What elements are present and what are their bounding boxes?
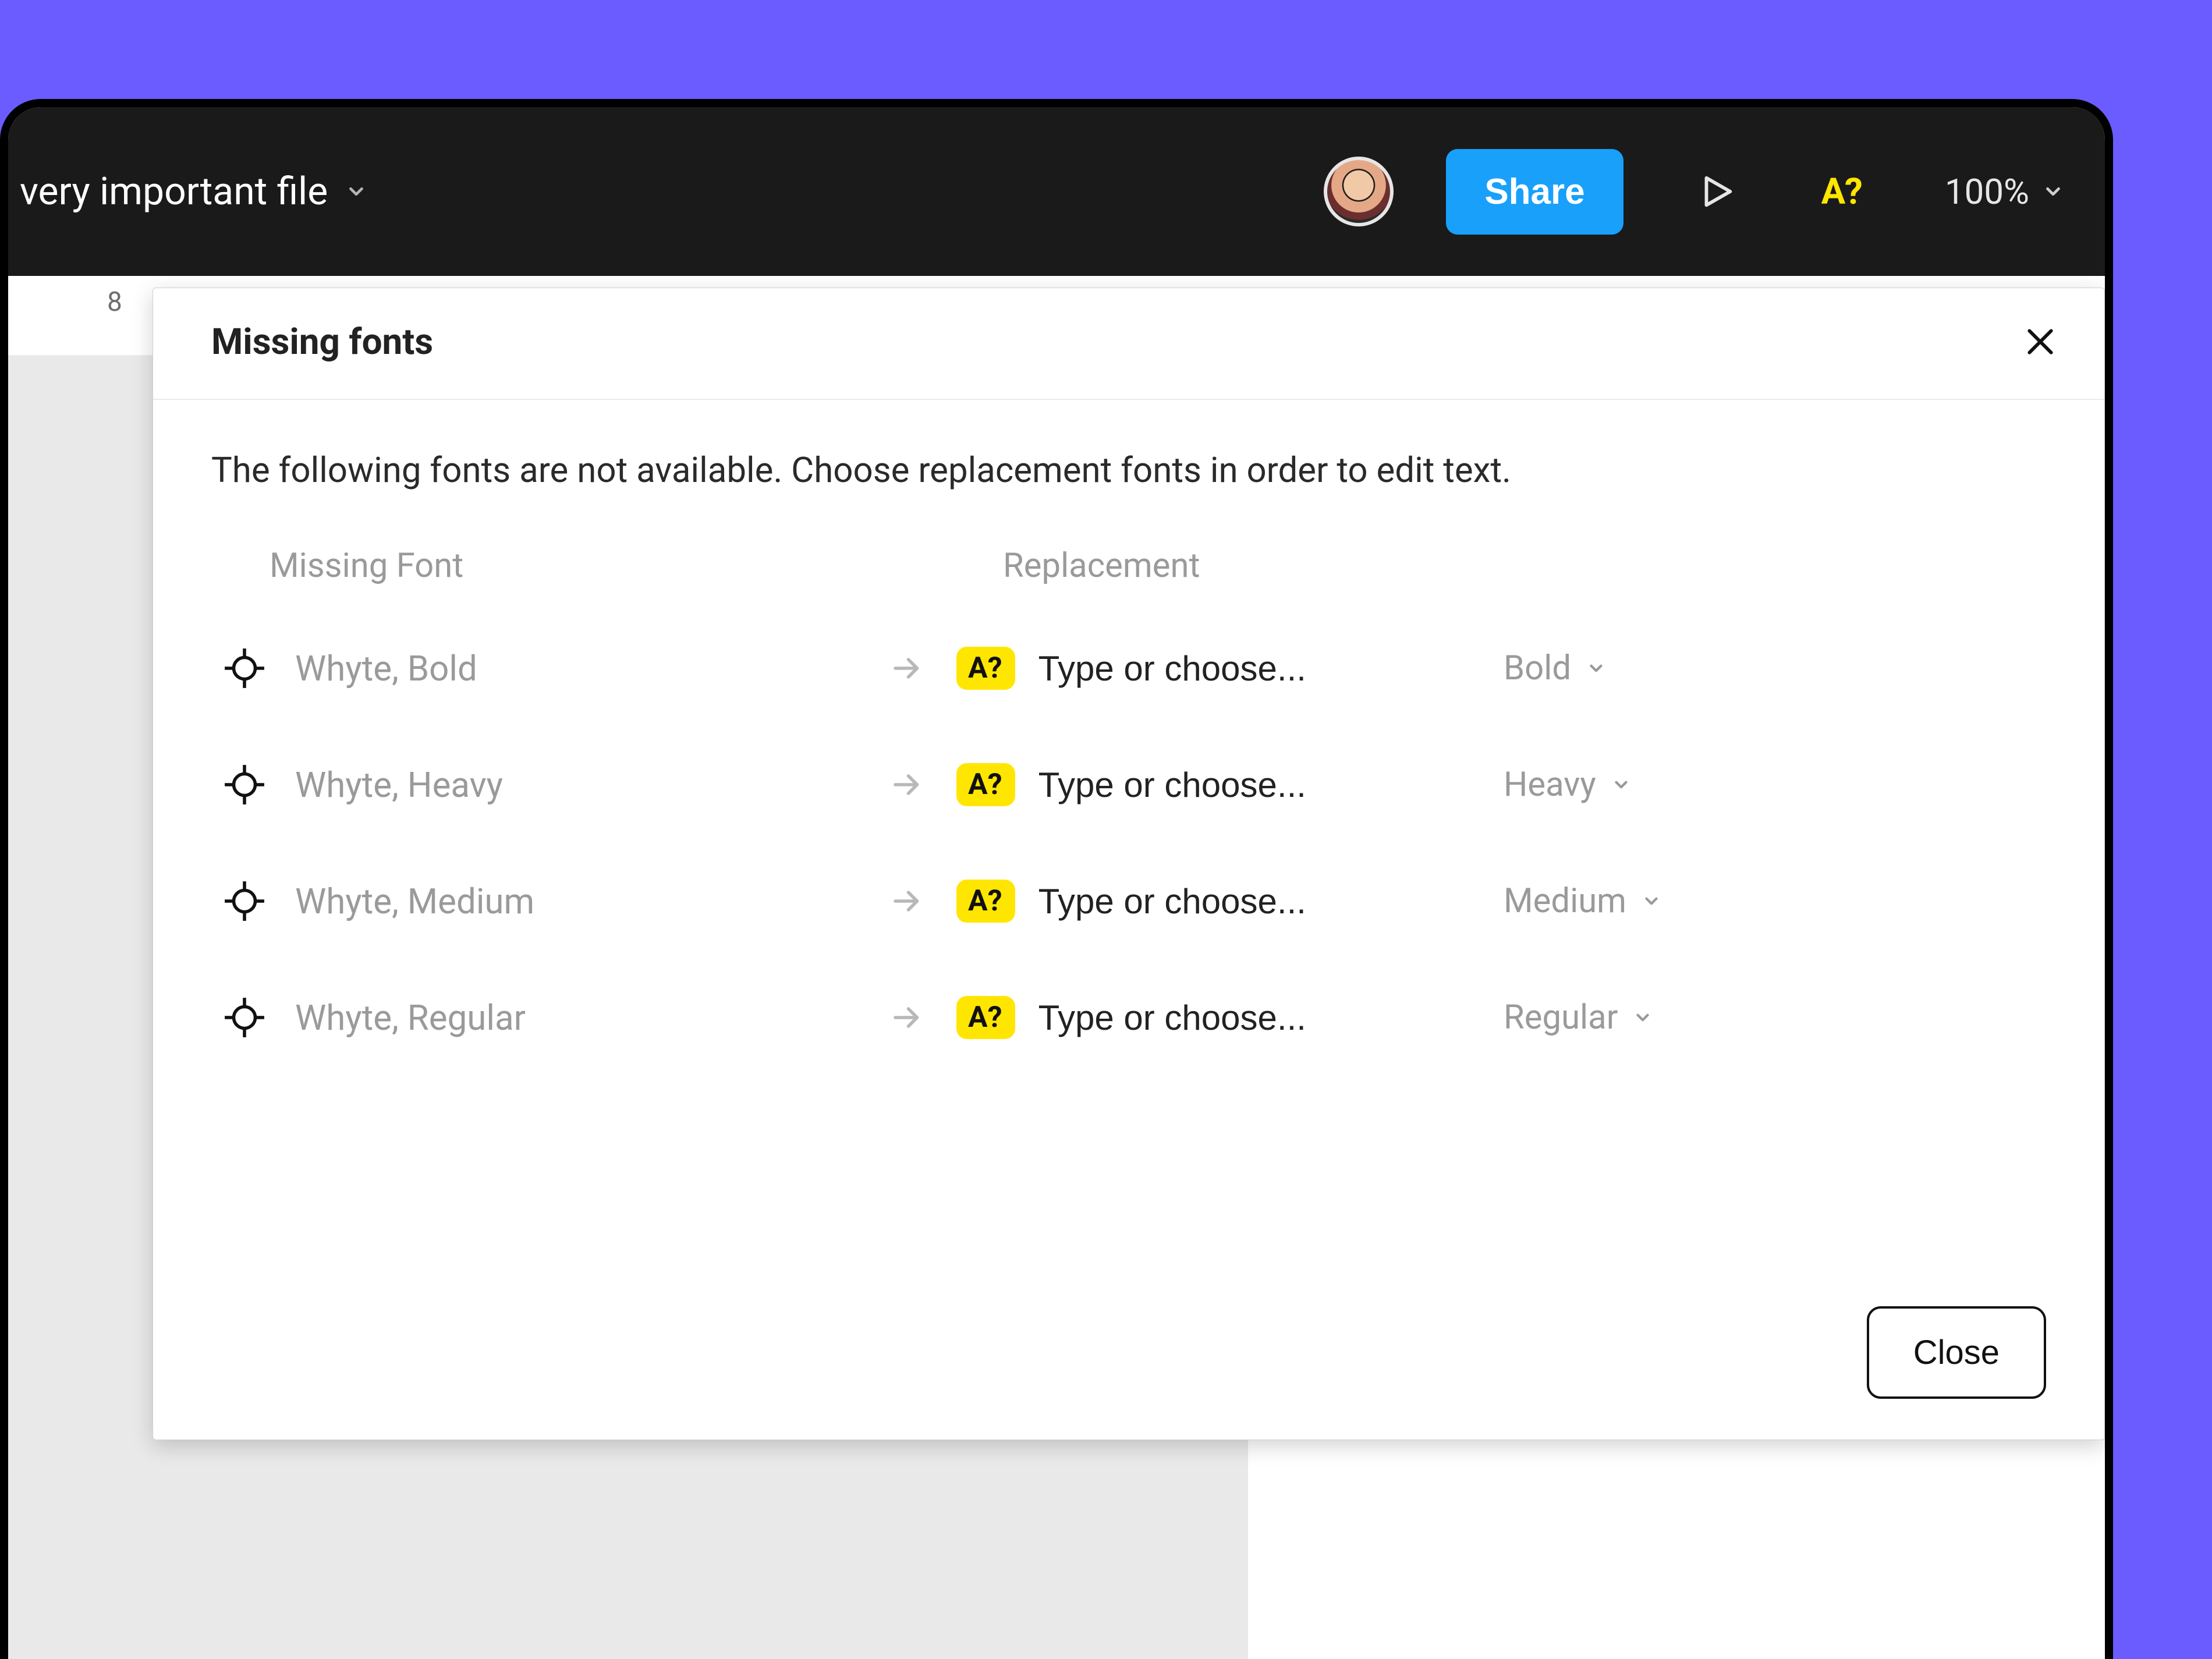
target-icon[interactable] xyxy=(223,763,266,806)
font-rows: Whyte, Bold A? xyxy=(211,621,2046,1065)
chevron-down-icon xyxy=(2042,180,2064,203)
font-row: Whyte, Heavy A? xyxy=(211,737,2046,832)
missing-font-name: Whyte, Bold xyxy=(295,648,477,689)
style-label: Heavy xyxy=(1504,765,1596,804)
replacement-input[interactable] xyxy=(1038,648,1446,689)
arrow-right-icon xyxy=(889,651,924,686)
missing-fonts-indicator[interactable]: A? xyxy=(1821,171,1863,213)
style-dropdown[interactable]: Regular xyxy=(1504,998,1969,1037)
font-row: Whyte, Regular A? xyxy=(211,970,2046,1065)
missing-font-badge: A? xyxy=(956,880,1015,923)
modal-body: The following fonts are not available. C… xyxy=(153,400,2104,1089)
target-icon[interactable] xyxy=(223,996,266,1039)
zoom-label: 100% xyxy=(1945,171,2029,212)
modal-footer: Close xyxy=(1867,1306,2046,1399)
arrow-right-icon xyxy=(889,767,924,802)
chevron-down-icon xyxy=(1586,658,1606,678)
column-replacement: Replacement xyxy=(1003,546,1550,586)
file-title-dropdown[interactable]: very important file xyxy=(20,169,1300,214)
replacement-input[interactable] xyxy=(1038,765,1446,805)
style-dropdown[interactable]: Medium xyxy=(1504,881,1969,921)
chevron-down-icon xyxy=(1633,1008,1653,1027)
target-icon[interactable] xyxy=(223,647,266,690)
style-label: Medium xyxy=(1504,881,1626,921)
close-icon xyxy=(2022,323,2059,360)
arrow-cell xyxy=(869,767,956,802)
missing-font-badge: A? xyxy=(956,996,1015,1039)
share-button[interactable]: Share xyxy=(1446,149,1623,235)
arrow-cell xyxy=(869,1000,956,1035)
app-inner: very important file Share A? 100% xyxy=(8,107,2105,1659)
arrow-right-icon xyxy=(889,884,924,919)
page-background: very important file Share A? 100% xyxy=(0,0,2212,1659)
missing-fonts-modal: Missing fonts The following fonts are no… xyxy=(153,288,2105,1440)
font-row: Whyte, Bold A? xyxy=(211,621,2046,716)
missing-font-badge: A? xyxy=(956,647,1015,690)
zoom-dropdown[interactable]: 100% xyxy=(1945,171,2064,212)
replacement-cell: A? xyxy=(956,996,1504,1039)
missing-font-badge: A? xyxy=(956,763,1015,806)
replacement-input[interactable] xyxy=(1038,881,1446,921)
style-dropdown[interactable]: Heavy xyxy=(1504,765,1969,804)
missing-font-cell: Whyte, Bold xyxy=(223,647,869,690)
app-window: very important file Share A? 100% xyxy=(0,99,2113,1659)
top-bar: very important file Share A? 100% xyxy=(8,107,2105,276)
style-dropdown[interactable]: Bold xyxy=(1504,648,1969,688)
style-label: Bold xyxy=(1504,648,1571,688)
font-row: Whyte, Medium A? xyxy=(211,853,2046,949)
arrow-cell xyxy=(869,884,956,919)
arrow-cell xyxy=(869,651,956,686)
play-icon xyxy=(1696,171,1737,212)
modal-title: Missing fonts xyxy=(211,321,433,363)
present-button[interactable] xyxy=(1682,157,1752,226)
file-title: very important file xyxy=(20,169,328,214)
modal-header: Missing fonts xyxy=(153,288,2104,400)
missing-font-cell: Whyte, Medium xyxy=(223,880,869,923)
missing-font-name: Whyte, Regular xyxy=(295,997,526,1038)
missing-font-name: Whyte, Medium xyxy=(295,881,534,922)
close-button[interactable] xyxy=(2017,318,2064,365)
replacement-cell: A? xyxy=(956,880,1504,923)
style-label: Regular xyxy=(1504,998,1618,1037)
close-modal-button[interactable]: Close xyxy=(1867,1306,2046,1399)
ruler-tick: 8 xyxy=(107,286,121,318)
arrow-right-icon xyxy=(889,1000,924,1035)
modal-description: The following fonts are not available. C… xyxy=(211,446,2046,494)
avatar[interactable] xyxy=(1324,157,1394,226)
column-missing-font: Missing Font xyxy=(270,546,916,586)
target-icon[interactable] xyxy=(223,880,266,923)
replacement-cell: A? xyxy=(956,647,1504,690)
column-headers: Missing Font Replacement xyxy=(211,546,2046,586)
missing-font-cell: Whyte, Heavy xyxy=(223,763,869,806)
replacement-input[interactable] xyxy=(1038,998,1446,1038)
chevron-down-icon xyxy=(1642,891,1661,911)
missing-font-name: Whyte, Heavy xyxy=(295,764,503,806)
missing-font-cell: Whyte, Regular xyxy=(223,996,869,1039)
chevron-down-icon xyxy=(1611,775,1631,795)
chevron-down-icon xyxy=(345,180,367,203)
replacement-cell: A? xyxy=(956,763,1504,806)
